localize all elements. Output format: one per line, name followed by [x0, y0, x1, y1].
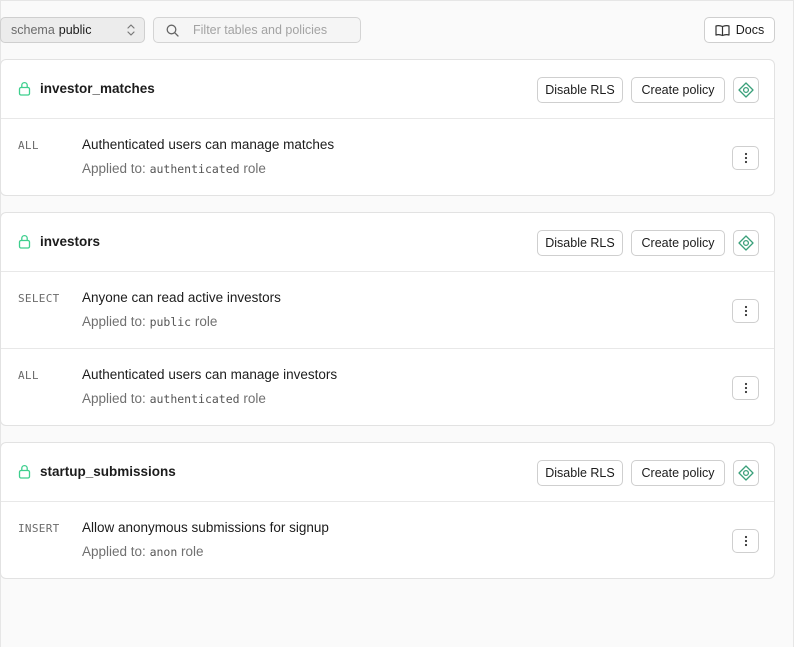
role-suffix: role: [243, 161, 266, 176]
ai-assistant-button[interactable]: [733, 460, 759, 486]
policy-name: Anyone can read active investors: [82, 290, 281, 305]
ai-diamond-icon: [738, 235, 754, 251]
chevron-up-down-icon: [127, 24, 135, 36]
role-suffix: role: [243, 391, 266, 406]
policy-command: ALL: [18, 139, 39, 152]
ai-assistant-button[interactable]: [733, 77, 759, 103]
policy-applied-to: Applied to: authenticated role: [82, 161, 266, 176]
policy-name: Authenticated users can manage investors: [82, 367, 338, 382]
role-suffix: role: [181, 544, 204, 559]
table-card-header: investor_matches Disable RLS Create poli…: [1, 60, 774, 119]
applied-prefix: Applied to:: [82, 391, 146, 406]
policy-name: Allow anonymous submissions for signup: [82, 520, 329, 535]
policy-applied-to: Applied to: public role: [82, 314, 217, 329]
policy-command: ALL: [18, 369, 39, 382]
table-card-investors: investors Disable RLS Create policy SELE…: [0, 212, 775, 426]
table-name: startup_submissions: [40, 464, 176, 479]
policy-role: authenticated: [149, 392, 240, 406]
ai-assistant-button[interactable]: [733, 230, 759, 256]
policy-row[interactable]: INSERT Allow anonymous submissions for s…: [1, 502, 774, 579]
disable-rls-button[interactable]: Disable RLS: [537, 230, 623, 256]
schema-selector-value: public: [58, 23, 92, 37]
table-name: investors: [40, 234, 101, 249]
create-policy-button[interactable]: Create policy: [631, 77, 725, 103]
policy-row[interactable]: ALL Authenticated users can manage inves…: [1, 349, 774, 426]
disable-rls-button[interactable]: Disable RLS: [537, 77, 623, 103]
table-card-startup-submissions: startup_submissions Disable RLS Create p…: [0, 442, 775, 579]
create-policy-button[interactable]: Create policy: [631, 460, 725, 486]
search-box: [153, 17, 361, 43]
more-vertical-icon: [744, 382, 747, 394]
policy-command: INSERT: [18, 522, 60, 535]
docs-button[interactable]: Docs: [704, 17, 775, 43]
lock-icon: [18, 82, 31, 96]
more-vertical-icon: [744, 152, 747, 164]
applied-prefix: Applied to:: [82, 314, 146, 329]
lock-icon: [18, 465, 31, 479]
policy-name: Authenticated users can manage matches: [82, 137, 335, 152]
create-policy-button[interactable]: Create policy: [631, 230, 725, 256]
policy-more-button[interactable]: [732, 146, 759, 170]
frame-top-border: [0, 0, 794, 1]
applied-prefix: Applied to:: [82, 161, 146, 176]
docs-button-label: Docs: [735, 23, 765, 37]
policy-row[interactable]: SELECT Anyone can read active investors …: [1, 272, 774, 349]
policy-more-button[interactable]: [732, 529, 759, 553]
ai-diamond-icon: [738, 82, 754, 98]
role-suffix: role: [194, 314, 218, 329]
more-vertical-icon: [744, 305, 747, 317]
book-open-icon: [715, 24, 730, 36]
policy-more-button[interactable]: [732, 376, 759, 400]
policy-command: SELECT: [18, 292, 60, 305]
search-input[interactable]: [193, 23, 353, 37]
table-card-header: startup_submissions Disable RLS Create p…: [1, 443, 774, 502]
policies-toolbar: schema public Docs: [0, 17, 776, 43]
policy-role: anon: [149, 545, 178, 559]
policy-role: public: [149, 315, 192, 329]
policy-more-button[interactable]: [732, 299, 759, 323]
schema-selector[interactable]: schema public: [0, 17, 145, 43]
table-card-investor-matches: investor_matches Disable RLS Create poli…: [0, 59, 775, 196]
applied-prefix: Applied to:: [82, 544, 146, 559]
disable-rls-button[interactable]: Disable RLS: [537, 460, 623, 486]
table-card-header: investors Disable RLS Create policy: [1, 213, 774, 272]
policy-applied-to: Applied to: authenticated role: [82, 391, 266, 406]
ai-diamond-icon: [738, 465, 754, 481]
table-name: investor_matches: [40, 81, 155, 96]
policy-row[interactable]: ALL Authenticated users can manage match…: [1, 119, 774, 196]
search-icon: [166, 24, 179, 37]
policy-role: authenticated: [149, 162, 240, 176]
lock-icon: [18, 235, 31, 249]
more-vertical-icon: [744, 535, 747, 547]
schema-selector-label: schema: [11, 23, 55, 37]
policy-applied-to: Applied to: anon role: [82, 544, 204, 559]
